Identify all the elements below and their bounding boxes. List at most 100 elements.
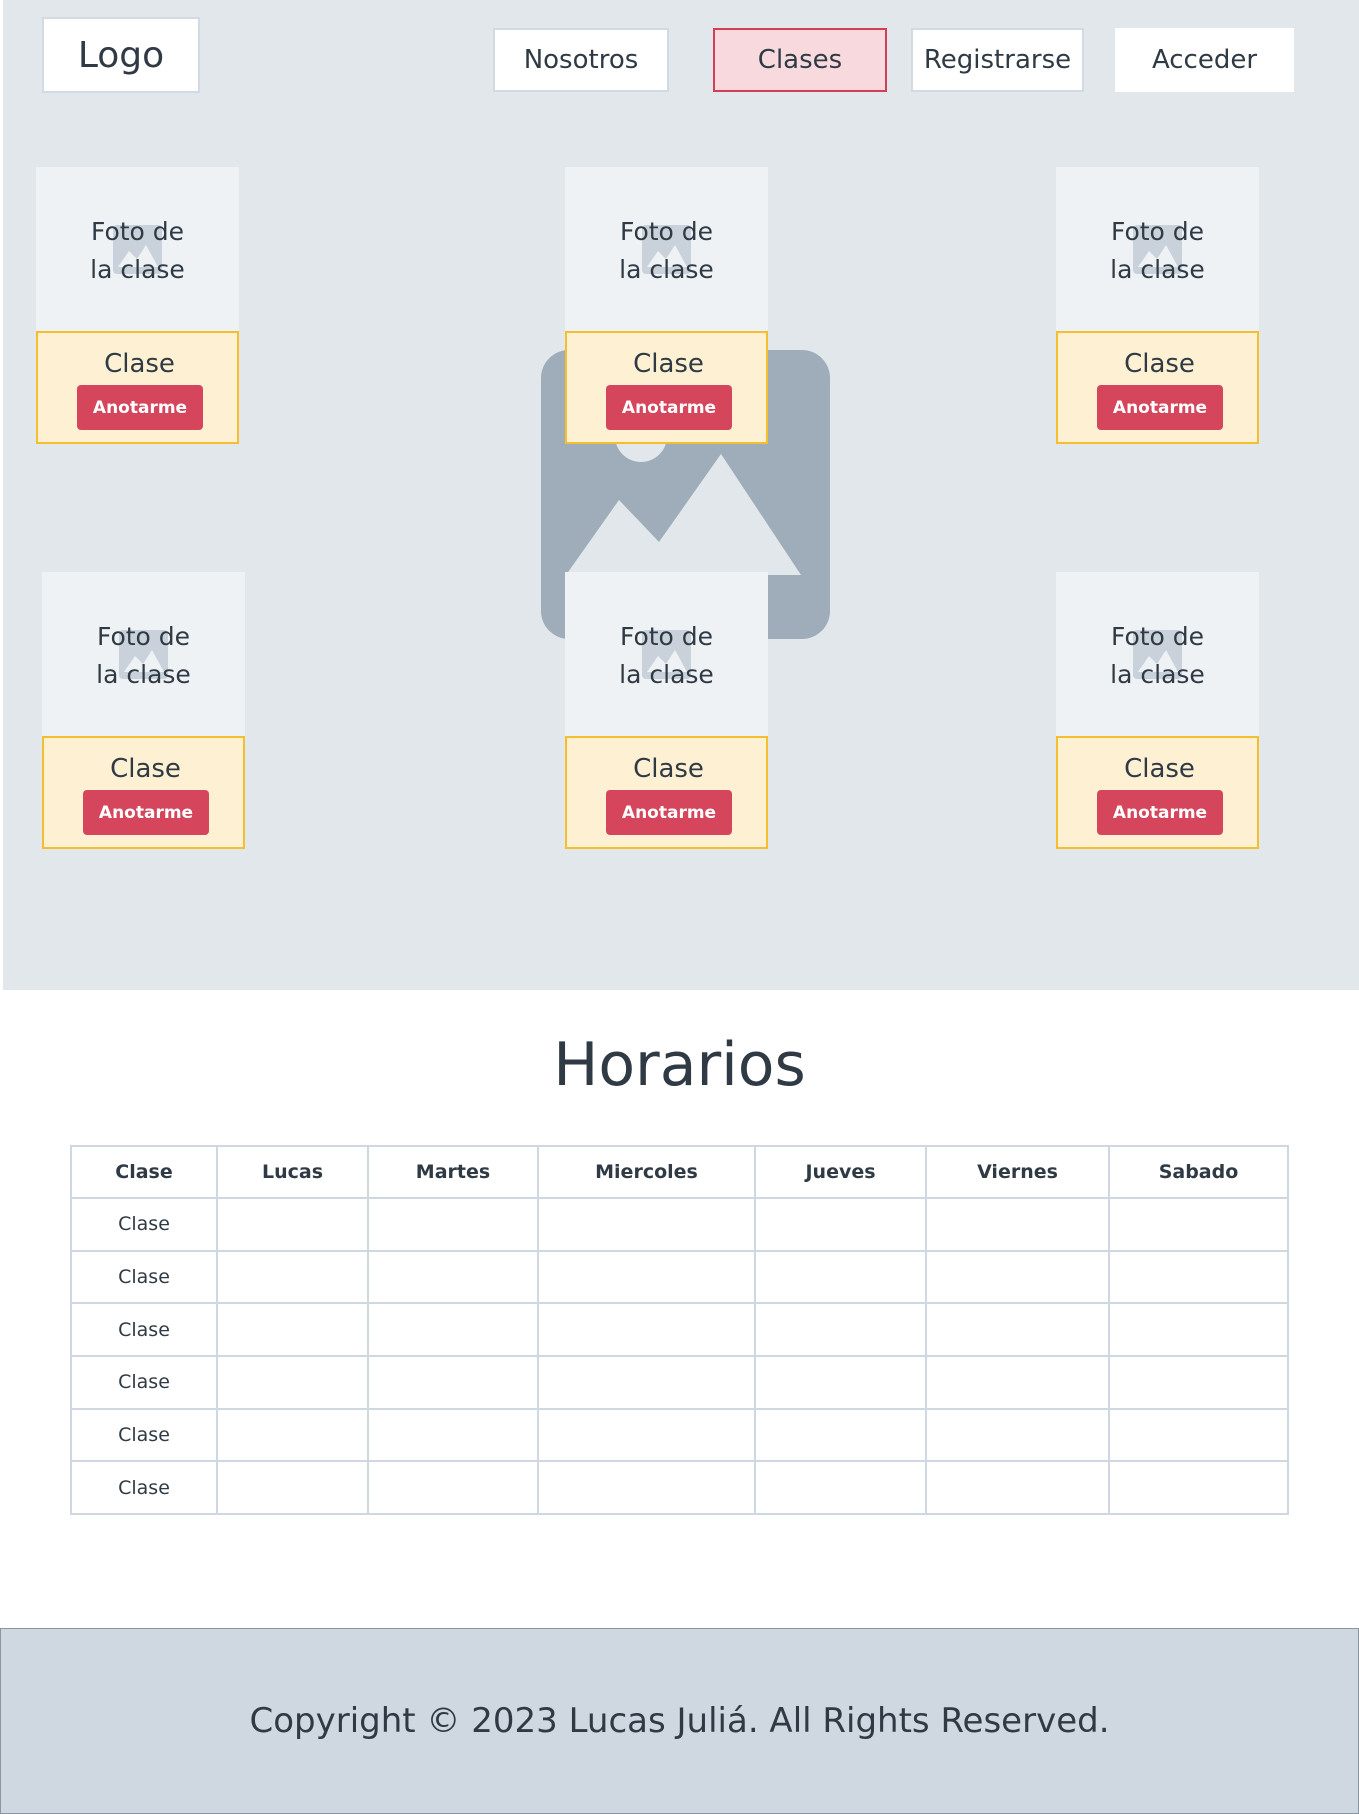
class-card: Foto de la clase Clase Anotarme xyxy=(1056,167,1259,444)
class-card-body: Clase Anotarme xyxy=(42,736,245,849)
table-cell xyxy=(367,1460,539,1515)
table-row: Clase xyxy=(70,1249,1289,1305)
class-title: Clase xyxy=(1124,754,1195,784)
footer: Copyright © 2023 Lucas Juliá. All Rights… xyxy=(0,1628,1359,1814)
table-cell xyxy=(537,1249,756,1305)
column-header: Viernes xyxy=(925,1145,1110,1199)
table-cell xyxy=(537,1460,756,1515)
nav-item-nosotros[interactable]: Nosotros xyxy=(493,28,669,92)
column-header: Miercoles xyxy=(537,1145,756,1199)
class-card: Foto de la clase Clase Anotarme xyxy=(42,572,245,849)
table-cell xyxy=(216,1249,369,1305)
table-cell: Clase xyxy=(70,1302,218,1357)
photo-label: Foto de la clase xyxy=(619,217,714,284)
photo-label: Foto de la clase xyxy=(90,217,185,284)
class-card-body: Clase Anotarme xyxy=(565,331,768,444)
column-header: Clase xyxy=(70,1145,218,1199)
table-cell xyxy=(1108,1302,1289,1357)
table-cell xyxy=(754,1302,927,1357)
class-photo: Foto de la clase xyxy=(565,167,768,331)
table-cell xyxy=(216,1460,369,1515)
schedule-table: Clase Lucas Martes Miercoles Jueves Vier… xyxy=(70,1145,1289,1515)
table-row: Clase xyxy=(70,1407,1289,1463)
class-photo: Foto de la clase xyxy=(1056,572,1259,736)
table-cell xyxy=(367,1354,539,1410)
table-cell xyxy=(754,1354,927,1410)
table-cell xyxy=(216,1407,369,1463)
table-cell xyxy=(925,1407,1110,1463)
table-cell xyxy=(367,1302,539,1357)
copyright-text: Copyright © 2023 Lucas Juliá. All Rights… xyxy=(249,1701,1110,1741)
table-cell xyxy=(537,1197,756,1252)
table-cell xyxy=(216,1197,369,1252)
column-header: Sabado xyxy=(1108,1145,1289,1199)
class-card: Foto de la clase Clase Anotarme xyxy=(565,167,768,444)
class-photo: Foto de la clase xyxy=(1056,167,1259,331)
class-photo: Foto de la clase xyxy=(565,572,768,736)
table-row: Clase xyxy=(70,1460,1289,1515)
table-row: Clase xyxy=(70,1354,1289,1410)
table-cell xyxy=(216,1302,369,1357)
table-row: Clase xyxy=(70,1302,1289,1357)
class-title: Clase xyxy=(104,349,175,379)
photo-label: Foto de la clase xyxy=(96,622,191,689)
table-cell xyxy=(537,1407,756,1463)
table-header-row: Clase Lucas Martes Miercoles Jueves Vier… xyxy=(70,1145,1289,1199)
logo[interactable]: Logo xyxy=(42,17,200,93)
table-cell xyxy=(925,1302,1110,1357)
column-header: Jueves xyxy=(754,1145,927,1199)
class-title: Clase xyxy=(110,754,181,784)
table-cell xyxy=(1108,1249,1289,1305)
nav-item-acceder[interactable]: Acceder xyxy=(1115,28,1294,92)
table-cell xyxy=(925,1354,1110,1410)
table-cell xyxy=(367,1197,539,1252)
table-cell: Clase xyxy=(70,1354,218,1410)
table-cell xyxy=(216,1354,369,1410)
table-cell xyxy=(537,1302,756,1357)
class-card-body: Clase Anotarme xyxy=(1056,736,1259,849)
table-row: Clase xyxy=(70,1197,1289,1252)
table-cell xyxy=(754,1460,927,1515)
photo-label: Foto de la clase xyxy=(1110,622,1205,689)
photo-label: Foto de la clase xyxy=(619,622,714,689)
enroll-button[interactable]: Anotarme xyxy=(77,385,203,430)
table-cell: Clase xyxy=(70,1197,218,1252)
table-cell xyxy=(1108,1407,1289,1463)
schedule-title: Horarios xyxy=(553,1030,806,1100)
class-title: Clase xyxy=(1124,349,1195,379)
class-title: Clase xyxy=(633,349,704,379)
table-cell xyxy=(754,1197,927,1252)
enroll-button[interactable]: Anotarme xyxy=(1097,385,1223,430)
table-cell xyxy=(537,1354,756,1410)
table-cell xyxy=(925,1460,1110,1515)
table-cell xyxy=(1108,1460,1289,1515)
table-cell xyxy=(754,1249,927,1305)
enroll-button[interactable]: Anotarme xyxy=(606,385,732,430)
class-card-body: Clase Anotarme xyxy=(36,331,239,444)
table-cell xyxy=(925,1249,1110,1305)
table-cell xyxy=(754,1407,927,1463)
table-cell xyxy=(1108,1354,1289,1410)
class-photo: Foto de la clase xyxy=(36,167,239,331)
table-cell: Clase xyxy=(70,1460,218,1515)
class-card-body: Clase Anotarme xyxy=(1056,331,1259,444)
table-cell xyxy=(367,1407,539,1463)
photo-label: Foto de la clase xyxy=(1110,217,1205,284)
class-photo: Foto de la clase xyxy=(42,572,245,736)
enroll-button[interactable]: Anotarme xyxy=(606,790,732,835)
table-cell xyxy=(1108,1197,1289,1252)
class-card: Foto de la clase Clase Anotarme xyxy=(565,572,768,849)
nav-item-registrarse[interactable]: Registrarse xyxy=(911,28,1084,92)
nav-item-clases[interactable]: Clases xyxy=(713,28,887,92)
class-card: Foto de la clase Clase Anotarme xyxy=(36,167,239,444)
class-card-body: Clase Anotarme xyxy=(565,736,768,849)
column-header: Martes xyxy=(367,1145,539,1199)
enroll-button[interactable]: Anotarme xyxy=(1097,790,1223,835)
table-cell: Clase xyxy=(70,1407,218,1463)
table-cell xyxy=(925,1197,1110,1252)
enroll-button[interactable]: Anotarme xyxy=(83,790,209,835)
table-cell xyxy=(367,1249,539,1305)
class-card: Foto de la clase Clase Anotarme xyxy=(1056,572,1259,849)
column-header: Lucas xyxy=(216,1145,369,1199)
table-cell: Clase xyxy=(70,1249,218,1305)
